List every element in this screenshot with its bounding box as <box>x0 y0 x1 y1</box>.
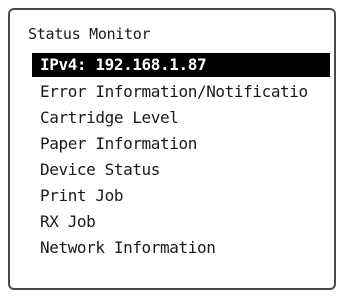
menu-item-rx-job[interactable]: RX Job <box>10 209 334 235</box>
menu-item-ipv4[interactable]: IPv4: 192.168.1.87 <box>32 53 330 77</box>
menu-item-network-information[interactable]: Network Information <box>10 235 334 261</box>
status-monitor-panel: Status Monitor IPv4: 192.168.1.87 Error … <box>8 8 336 290</box>
menu-item-paper-information[interactable]: Paper Information <box>10 131 334 157</box>
menu-item-cartridge-level[interactable]: Cartridge Level <box>10 105 334 131</box>
menu-item-device-status[interactable]: Device Status <box>10 157 334 183</box>
menu-item-print-job[interactable]: Print Job <box>10 183 334 209</box>
status-menu-list: IPv4: 192.168.1.87 Error Information/Not… <box>10 53 334 261</box>
menu-item-error-information[interactable]: Error Information/Notificatio <box>10 79 334 105</box>
screen-title: Status Monitor <box>28 25 151 43</box>
